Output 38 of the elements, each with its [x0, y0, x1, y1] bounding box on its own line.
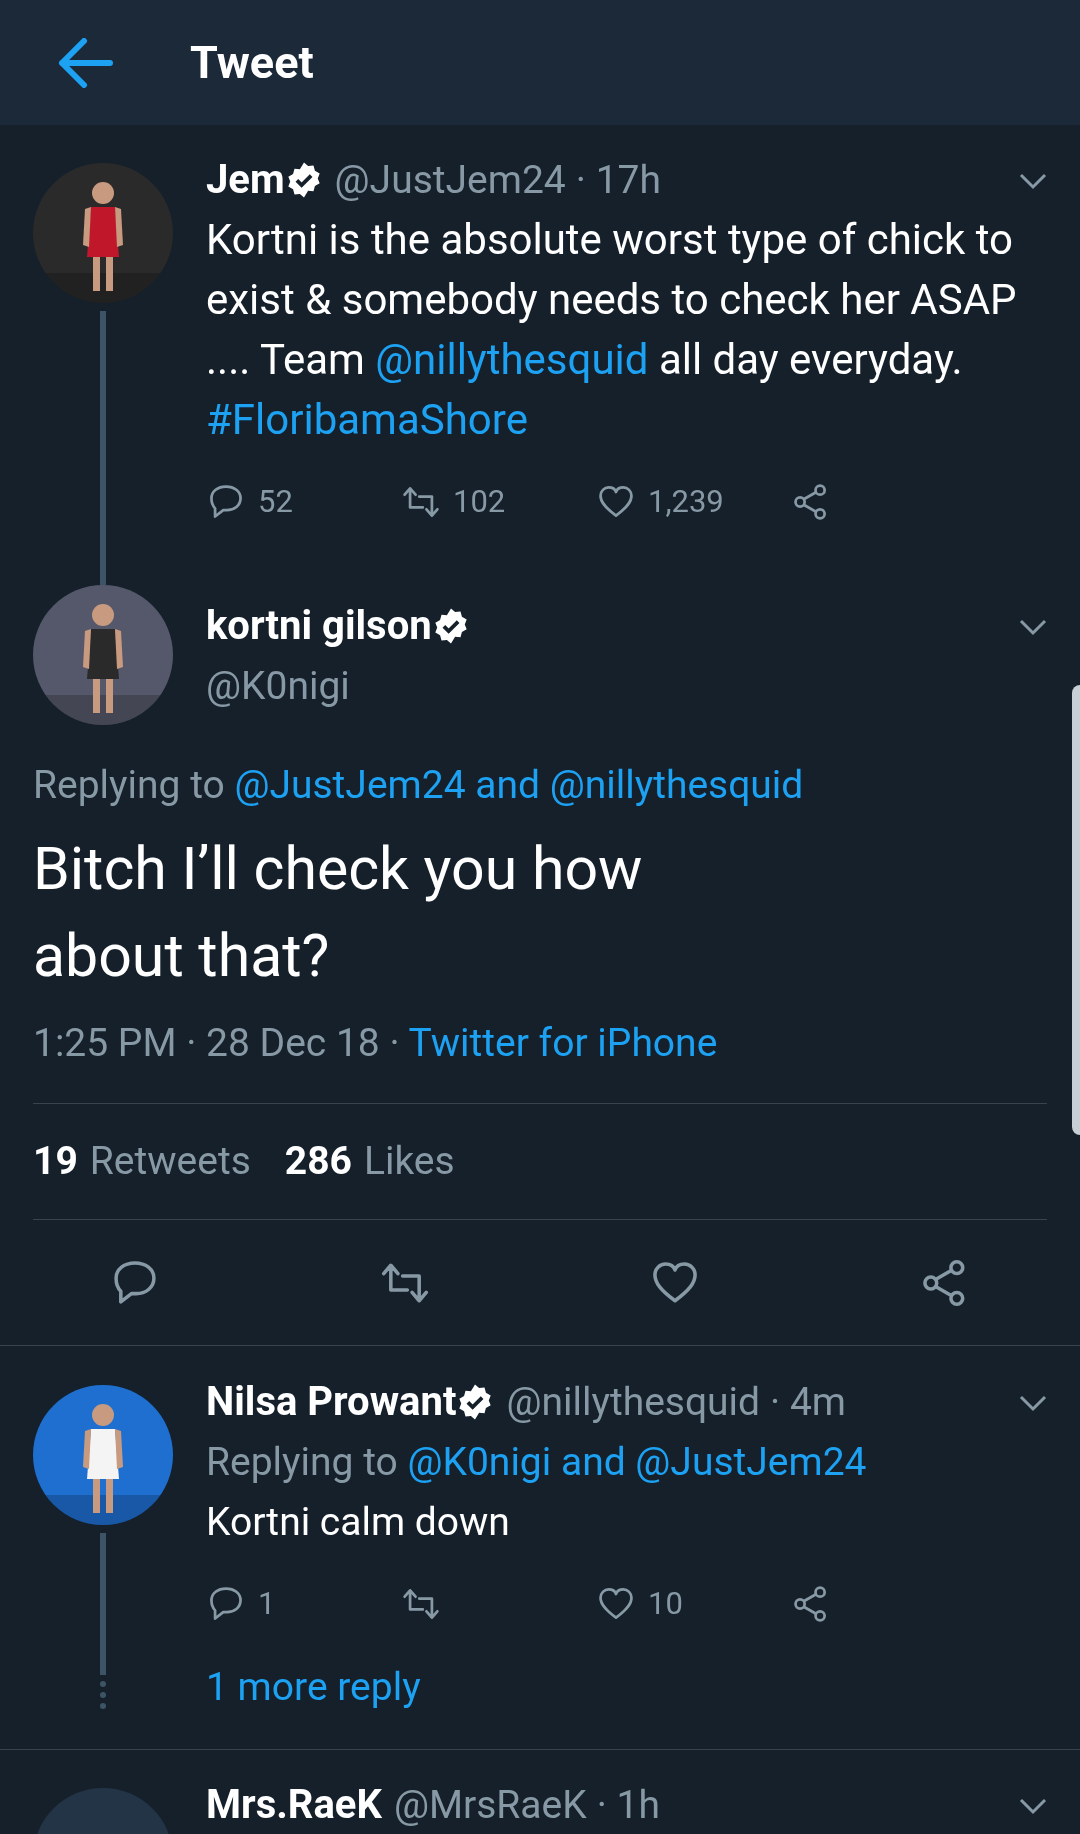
stat-count[interactable]: 286 [284, 1132, 352, 1191]
chevron-down-icon[interactable] [1018, 1797, 1048, 1815]
stat-label[interactable]: Retweets [89, 1132, 251, 1191]
timestamp: · 1h [596, 1780, 660, 1830]
like-count: 10 [648, 1583, 683, 1624]
tweet-text: Kortni calm down [206, 1498, 511, 1547]
scrollbar[interactable] [1072, 685, 1080, 1135]
stat-label[interactable]: Likes [363, 1132, 455, 1191]
link[interactable]: #FloribamaShore [206, 395, 528, 444]
reply-count: 1 [258, 1583, 276, 1624]
user-handle[interactable]: @JustJem24 [334, 150, 566, 210]
link[interactable]: @JustJem24 and @nillythesquid [234, 762, 804, 808]
user-handle[interactable]: @K0nigi [206, 656, 1018, 716]
chevron-down-icon[interactable] [1018, 1394, 1048, 1412]
stat-count[interactable]: 19 [33, 1132, 78, 1191]
user-handle[interactable]: @MrsRaeK [393, 1775, 587, 1834]
link[interactable]: Twitter for iPhone [408, 1020, 718, 1066]
timestamp: · 4m [770, 1377, 847, 1427]
reply-context: Replying to @JustJem24 and @nillythesquid [33, 761, 805, 810]
tweet-text: Kortni is the absolute worst type of chick to exist & somebody needs to check her ASAP .... Team @nillythesquid all day everyday. #FloribamaShore [206, 214, 1018, 446]
reply-context: Replying to @K0nigi and @JustJem24 [206, 1438, 868, 1487]
link[interactable]: @nillythesquid [375, 335, 649, 384]
display-name[interactable]: Jem [206, 150, 285, 210]
more-replies-link[interactable]: 1 more reply [206, 1657, 1080, 1717]
display-name[interactable]: Nilsa Prowant [206, 1372, 457, 1432]
like-count: 1,239 [648, 481, 724, 522]
tweet-timestamp: 1:25 PM · 28 Dec 18 · Twitter for iPhone [33, 1019, 719, 1068]
chevron-down-icon[interactable] [1018, 618, 1048, 636]
timestamp: · 17h [575, 155, 661, 205]
chevron-down-icon[interactable] [1018, 172, 1048, 190]
retweet-count: 102 [453, 481, 506, 522]
page-title: Tweet [190, 40, 314, 85]
reply-count: 52 [258, 481, 293, 522]
user-handle[interactable]: @nillythesquid [506, 1372, 761, 1432]
display-name[interactable]: kortni gilson [206, 596, 432, 656]
tweet-text: Bitch I’ll check you how about that? [33, 833, 644, 992]
link[interactable]: @K0nigi and @JustJem24 [407, 1439, 867, 1485]
display-name[interactable]: Mrs.RaeK [206, 1775, 382, 1834]
